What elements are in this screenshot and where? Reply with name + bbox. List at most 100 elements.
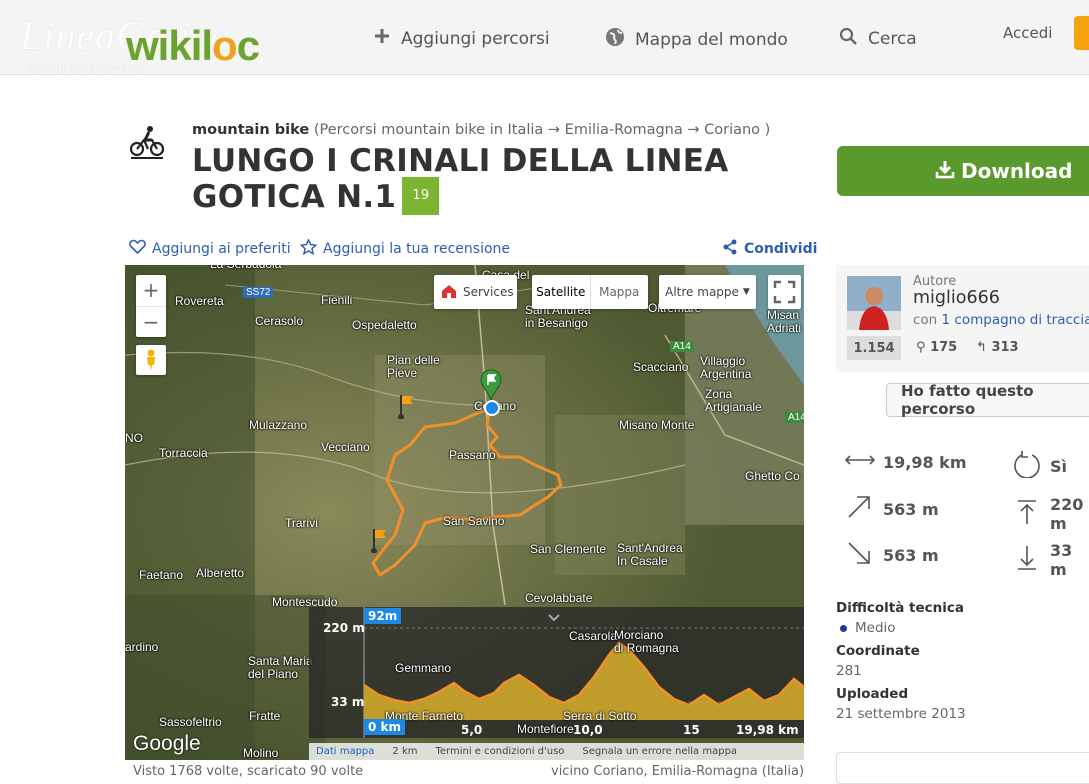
signup-button[interactable]: [1074, 16, 1089, 50]
min-altitude-icon: [1012, 545, 1042, 575]
house-icon: [440, 282, 458, 303]
views-count: Visto 1768 volte, scaricato 90 volte: [133, 764, 364, 779]
bottom-panel: [836, 752, 1089, 784]
map-type-switcher: Satellite Mappa: [532, 275, 648, 309]
author-name[interactable]: miglio666: [913, 288, 1000, 308]
share-label: Condividi: [744, 241, 818, 257]
trail-count: 1.154: [847, 336, 901, 360]
terms-link[interactable]: Termini e condizioni d'uso: [435, 746, 564, 757]
other-maps-dropdown[interactable]: Altre mappe ▼: [659, 275, 756, 309]
author-card: Autore miglio666 con 1 compagno di tracc…: [836, 265, 1089, 372]
add-review-button[interactable]: Aggiungi la tua recensione: [299, 238, 511, 259]
star-icon: [299, 238, 318, 259]
metric-value: 33 m: [1050, 541, 1073, 579]
zoom-out-button[interactable]: −: [136, 307, 166, 338]
review-label: Aggiungi la tua recensione: [323, 241, 511, 257]
other-maps-label: Altre mappe: [665, 285, 739, 299]
ascent-icon: [845, 495, 875, 523]
zoom-in-button[interactable]: +: [136, 275, 166, 307]
street-view-pegman-icon[interactable]: [136, 345, 166, 375]
report-error-link[interactable]: Segnala un errore nella mappa: [582, 746, 737, 757]
coords-value: 281: [836, 663, 862, 679]
plus-icon: [373, 27, 391, 50]
site-header: LineaGotica attività della memoria wikil…: [0, 0, 1089, 75]
download-icon: [935, 159, 955, 184]
logo[interactable]: LineaGotica attività della memoria wikil…: [18, 12, 308, 75]
favorite-label: Aggiungi ai preferiti: [152, 240, 291, 257]
add-favorite-button[interactable]: Aggiungi ai preferiti: [129, 239, 291, 258]
following-icon: ↰: [976, 340, 987, 355]
companion-link[interactable]: 1 compagno di traccia: [942, 312, 1089, 328]
loop-icon: [1012, 450, 1042, 482]
login-link[interactable]: Accedi: [1003, 24, 1052, 42]
followers-stat: ⚲ 175: [916, 340, 957, 355]
share-button[interactable]: Condividi: [722, 239, 817, 259]
metric-ascent: 563 m: [845, 495, 939, 523]
map-data-link[interactable]: Dati mappa: [316, 746, 374, 757]
elev-min-label: 33 m: [331, 695, 365, 709]
x-tick: 19,98 km: [736, 723, 799, 737]
globe-icon: [605, 27, 625, 52]
metric-loop: Sì: [1012, 450, 1067, 482]
elev-max-label: 220 m: [323, 621, 365, 635]
satellite-tab[interactable]: Satellite: [532, 275, 591, 309]
map-tab[interactable]: Mappa: [591, 275, 649, 309]
following-count: 313: [991, 340, 1019, 355]
x-tick: 15: [683, 723, 700, 737]
x-tick: 0 km: [364, 719, 406, 735]
difficulty-label: Difficoltà tecnica: [836, 600, 965, 616]
companion-line: con 1 compagno di traccia: [913, 312, 1089, 328]
nav-add-trails[interactable]: Aggiungi percorsi: [373, 27, 550, 50]
fullscreen-icon: [773, 280, 796, 304]
coords-label: Coordinate: [836, 643, 920, 659]
metric-value: 220 m: [1050, 495, 1084, 533]
metric-value: Sì: [1050, 456, 1068, 476]
search-icon: [839, 27, 858, 51]
elevation-profile[interactable]: Casarola Morciano di Romagna Gemmano Mont…: [309, 607, 804, 738]
share-icon: [722, 239, 738, 259]
heart-icon: [129, 239, 146, 258]
metric-distance: 19,98 km: [844, 450, 967, 474]
map-view[interactable]: La Serbadola SS72 Fienili Rovereta Ceras…: [125, 265, 804, 760]
current-position-icon: [484, 400, 500, 416]
avatar[interactable]: [847, 276, 901, 330]
brand-logo[interactable]: wikiloc: [126, 22, 260, 70]
difficulty-text: Medio: [855, 620, 896, 636]
download-label: Download: [961, 159, 1073, 183]
elev-marker-label: 92m: [364, 608, 402, 624]
nav-label: Aggiungi percorsi: [401, 28, 550, 49]
metric-max-altitude: 220 m: [1012, 495, 1089, 533]
zoom-control: + −: [136, 275, 166, 337]
caret-down-icon: ▼: [742, 287, 750, 297]
scale-bar: 2 km: [392, 746, 418, 757]
nav-label: Cerca: [868, 29, 917, 49]
descent-icon: [845, 541, 875, 569]
services-label: Services: [463, 285, 514, 299]
breadcrumb[interactable]: (Percorsi mountain bike in Italia → Emil…: [314, 122, 771, 138]
map-attribution: Dati mappa 2 km Termini e condizioni d'u…: [309, 743, 804, 760]
did-this-trail-button[interactable]: Ho fatto questo percorso: [886, 382, 1089, 418]
id-badge: 19: [402, 176, 440, 215]
page-title: LUNGO I CRINALI DELLA LINEA GOTICA N.1 19: [192, 143, 792, 218]
metric-descent: 563 m: [845, 541, 939, 569]
max-altitude-icon: [1012, 499, 1042, 529]
waypoint-flag-icon[interactable]: [370, 527, 390, 557]
title-text: LUNGO I CRINALI DELLA LINEA GOTICA N.1: [192, 143, 729, 215]
services-button[interactable]: Services: [434, 275, 517, 309]
x-tick: 10,0: [573, 723, 603, 737]
metric-value: 19,98 km: [883, 452, 967, 472]
metric-value: 563 m: [883, 545, 939, 565]
uploaded-label: Uploaded: [836, 686, 909, 702]
x-tick: 5,0: [461, 723, 483, 737]
activity-type[interactable]: mountain bike: [192, 122, 309, 138]
nav-world-map[interactable]: Mappa del mondo: [605, 27, 788, 52]
waypoint-flag-icon[interactable]: [397, 393, 417, 423]
mountain-bike-icon: [128, 123, 166, 161]
nav-search[interactable]: Cerca: [839, 27, 917, 51]
companion-prefix: con: [913, 312, 938, 328]
google-logo: Google: [133, 732, 201, 755]
download-button[interactable]: Download: [837, 146, 1089, 196]
uploaded-value: 21 settembre 2013: [836, 706, 966, 722]
distance-icon: [844, 450, 876, 474]
fullscreen-button[interactable]: [768, 275, 801, 309]
